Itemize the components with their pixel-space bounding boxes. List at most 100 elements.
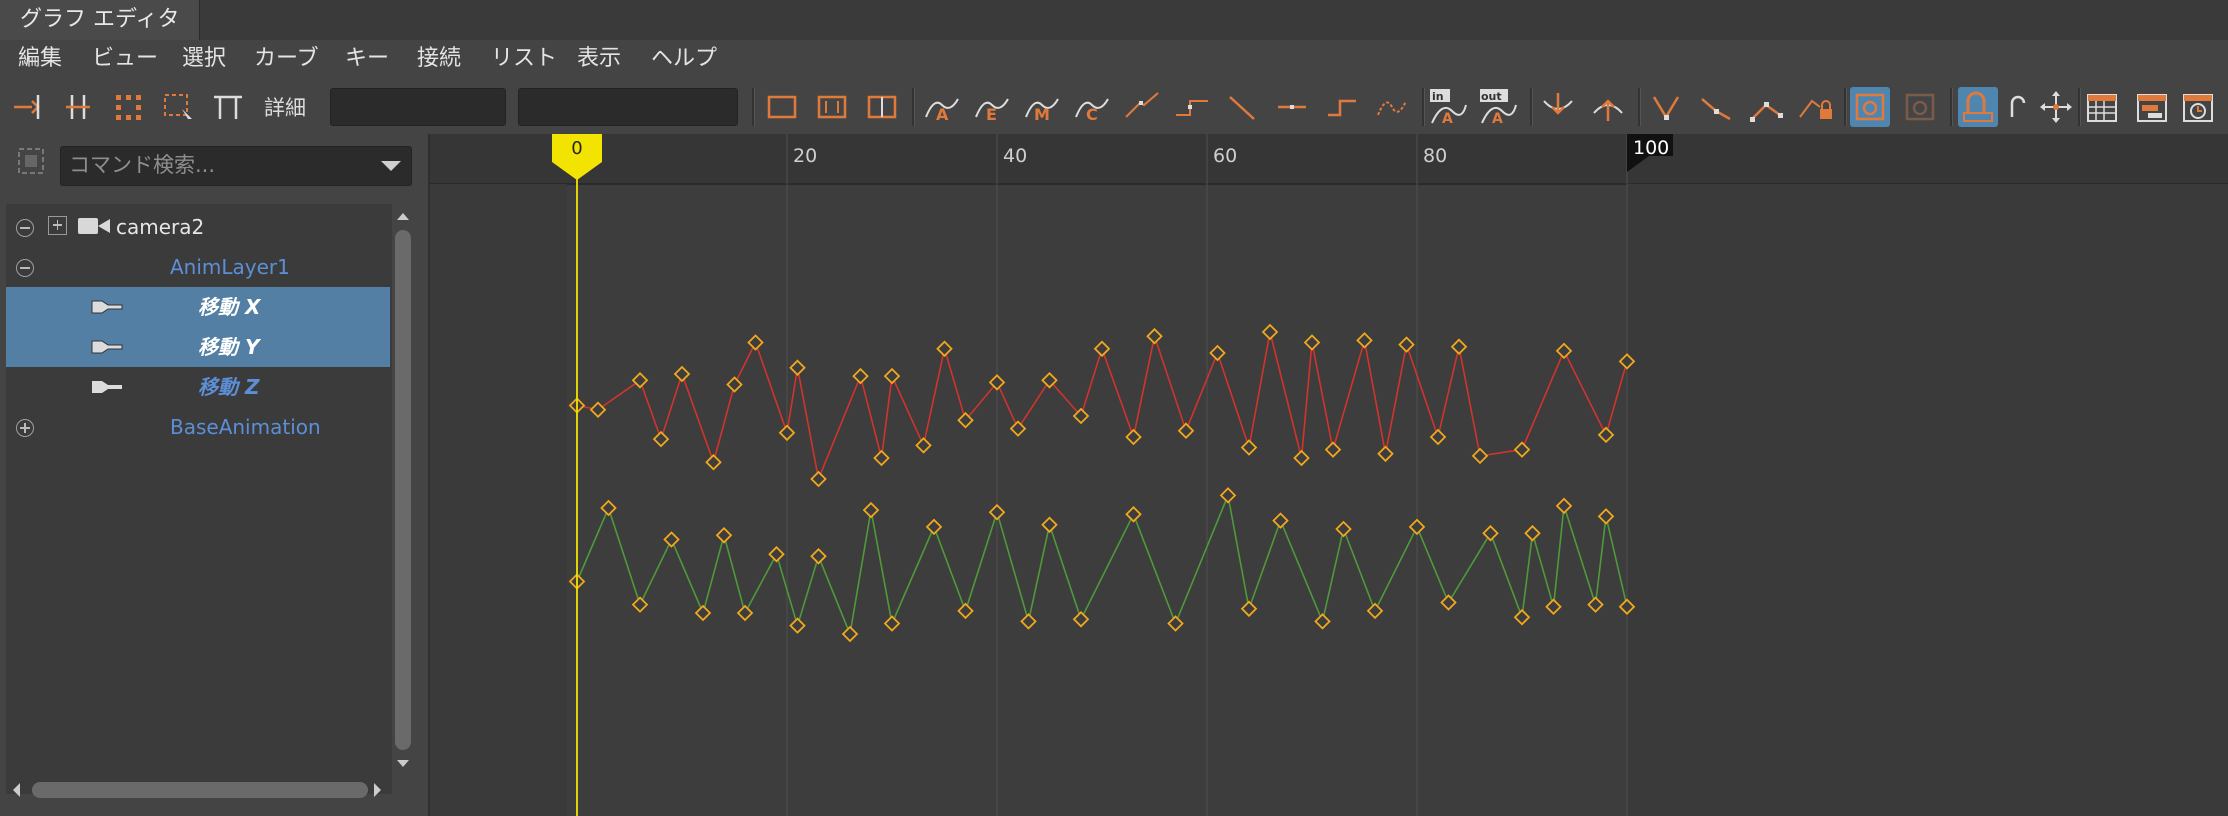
keyframe-point[interactable] [883,615,901,632]
keyframe-point[interactable] [957,602,974,620]
linear-curve-icon[interactable] [1222,87,1262,127]
keyframe-point[interactable] [915,437,932,454]
spline-tangent-icon[interactable]: E [972,87,1012,127]
keyframe-point[interactable] [1545,598,1562,615]
keyframe-point[interactable] [1482,524,1499,542]
expand-box-icon[interactable] [48,216,67,235]
keyframe-point[interactable] [1125,506,1142,523]
menu-select[interactable]: 選択 [182,40,226,80]
keyframe-point[interactable] [1524,524,1541,542]
tree-item-translate-y[interactable]: 移動 Y [6,327,390,367]
keyframe-point[interactable] [1072,611,1090,628]
menu-edit[interactable]: 編集 [18,40,62,80]
scrollbar-thumb[interactable] [32,782,368,798]
keyframe-point[interactable] [1513,608,1531,626]
keyframe-point[interactable] [1324,441,1342,458]
keyframe-point[interactable] [694,604,712,622]
keyframe-point[interactable] [726,376,743,393]
load-selected-icon[interactable] [1900,87,1940,127]
keyframe-point[interactable] [1440,594,1457,611]
auto-load-icon[interactable] [1850,87,1890,127]
keyframe-point[interactable] [589,401,607,418]
scroll-left-arrow-icon[interactable] [10,781,22,799]
keyframe-point[interactable] [1597,508,1615,525]
keyframe-point[interactable] [631,596,649,613]
keyframe-point[interactable] [873,449,890,467]
keyframe-point[interactable] [1587,596,1604,613]
keyframe-point[interactable] [1125,428,1142,446]
keyframe-point[interactable] [768,545,785,563]
keyframe-point[interactable] [1041,516,1058,534]
time-ruler[interactable] [430,134,2228,184]
keyframe-point[interactable] [1209,344,1226,362]
keyframe-point[interactable] [1146,327,1163,345]
keyframe-point[interactable] [1513,441,1531,458]
move-nearest-key-tool-icon[interactable] [8,87,48,127]
keyframe-point[interactable] [841,625,859,643]
keyframe-point[interactable] [1219,487,1237,504]
break-tangents-icon[interactable] [1588,87,1628,127]
keyframe-point[interactable] [789,359,806,376]
keyframe-point[interactable] [1240,439,1258,456]
keyframe-point[interactable] [1314,613,1331,630]
command-search-input[interactable] [61,147,377,183]
weighted-tangents-icon[interactable] [1746,87,1786,127]
plateau-curve-icon[interactable] [1372,87,1412,127]
free-tangent-weight-icon[interactable] [1646,87,1686,127]
region-tool-icon[interactable] [158,87,198,127]
keyframe-point[interactable] [1408,518,1426,536]
outliner-vertical-scrollbar[interactable] [392,204,414,774]
keyframe-point[interactable] [862,501,880,519]
keyframe-point[interactable] [778,424,796,442]
keyframe-point[interactable] [736,604,754,622]
keyframe-point[interactable] [810,470,827,488]
keyframe-point[interactable] [1177,422,1195,439]
menu-tangents[interactable]: 接続 [417,40,461,80]
tree-item-translate-z[interactable]: 移動 Z [6,367,390,407]
keyframe-point[interactable] [663,531,680,548]
stepped-curve-icon[interactable] [1322,87,1362,127]
scrollbar-thumb[interactable] [395,230,411,750]
keyframe-point[interactable] [1366,602,1384,620]
dope-sheet-icon[interactable] [2082,87,2122,127]
keyframe-point[interactable] [1450,338,1468,355]
keyframe-point[interactable] [747,334,764,351]
keyframe-point[interactable] [789,617,806,634]
menu-curves[interactable]: カーブ [254,40,319,80]
unify-tangents-icon[interactable] [1538,87,1578,127]
lattice-deform-tool-icon[interactable] [108,87,148,127]
auto-tangent-icon[interactable]: A [922,87,962,127]
collapse-icon[interactable] [16,259,34,277]
tree-item-baseanimation[interactable]: BaseAnimation [6,407,390,447]
scroll-right-arrow-icon[interactable] [372,781,384,799]
keyframe-point[interactable] [631,372,649,389]
graph-view[interactable]: 20 40 60 80 100 0 [430,134,2228,816]
keyframe-point[interactable] [1167,615,1184,632]
move-manipulator-icon[interactable] [2036,87,2076,127]
keyframe-point[interactable] [1471,447,1489,465]
insert-keys-tool-icon[interactable] [58,87,98,127]
clamped-tangent-icon[interactable]: M [1022,87,1062,127]
flat-curve-icon[interactable] [1272,87,1312,127]
trax-editor-icon[interactable] [2132,87,2172,127]
command-search-box[interactable] [60,146,412,186]
keyframe-point[interactable] [852,367,869,385]
chevron-down-icon[interactable] [381,161,401,171]
window-title-tab[interactable]: グラフ エディタ [0,0,201,40]
keyframe-point[interactable] [1597,426,1615,444]
lock-tangent-weight-icon[interactable] [1696,87,1736,127]
frame-all-icon[interactable] [762,87,802,127]
keyframe-point[interactable] [705,453,722,471]
keyframe-point[interactable] [1272,512,1289,529]
out-tangent-icon[interactable]: out A [1478,87,1518,127]
menu-keys[interactable]: キー [345,40,389,80]
frame-playback-range-icon[interactable] [862,87,902,127]
keyframe-point[interactable] [1009,420,1027,437]
keyframe-point[interactable] [1293,449,1310,467]
lock-icon[interactable] [1796,87,1836,127]
expand-icon[interactable] [16,419,34,437]
keyframe-point[interactable] [988,503,1006,521]
scroll-down-arrow-icon[interactable] [395,758,411,770]
collapse-icon[interactable] [16,219,34,237]
keyframe-point[interactable] [1020,613,1037,630]
